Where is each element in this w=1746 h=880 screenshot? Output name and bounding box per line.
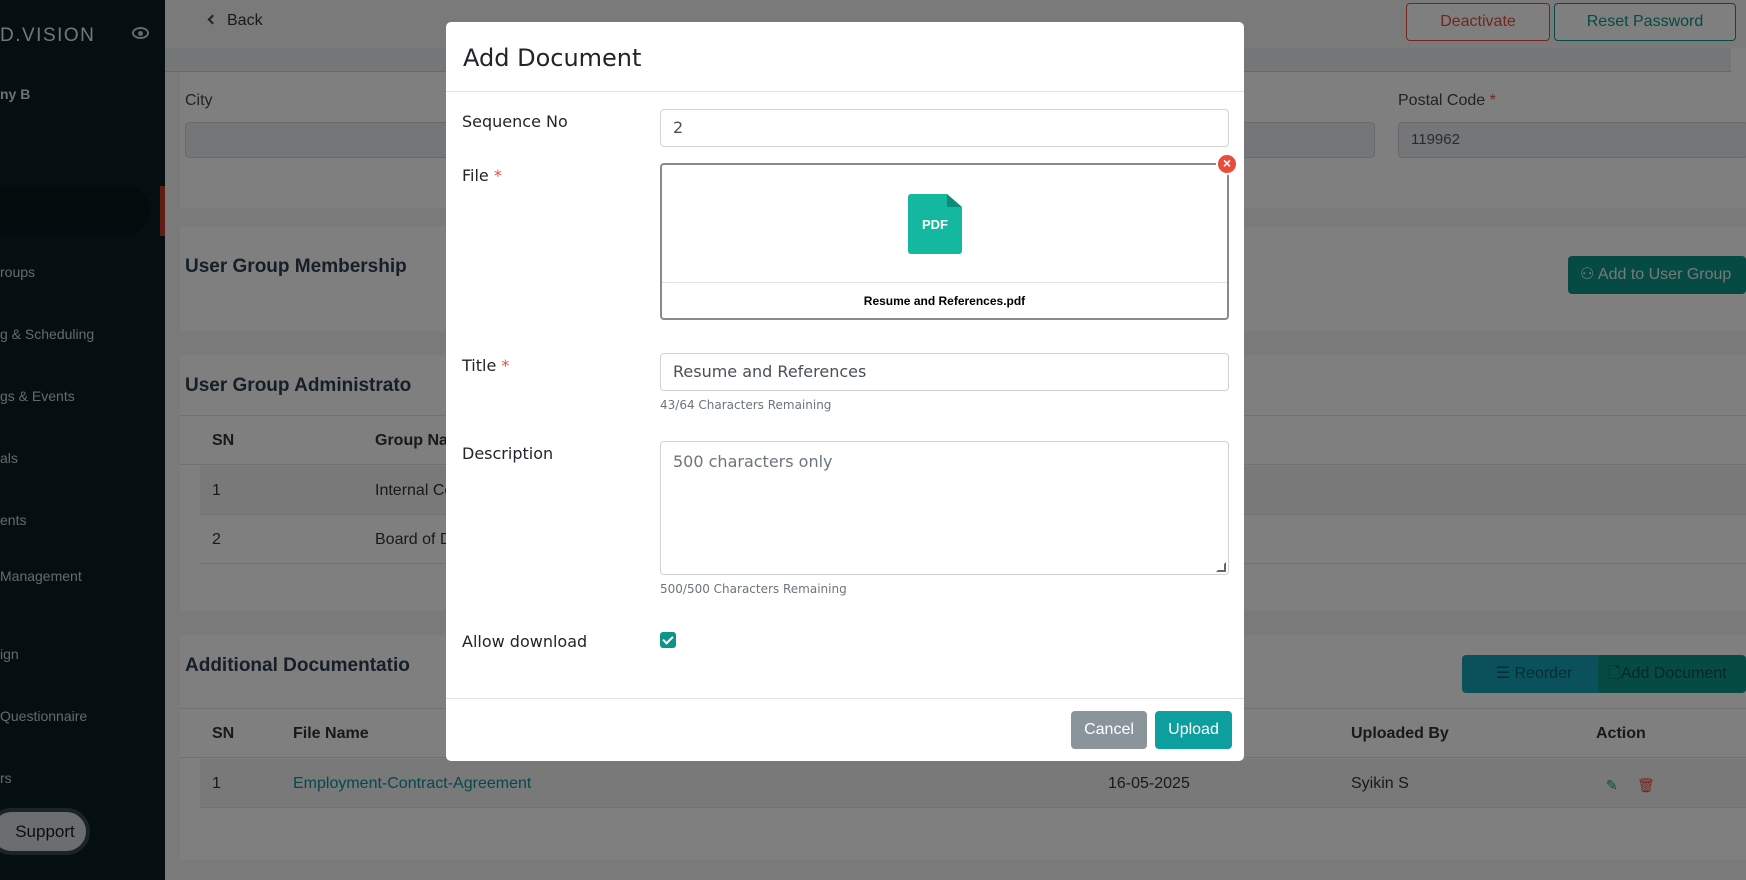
upload-button[interactable]: Upload: [1155, 711, 1232, 749]
file-divider: [662, 282, 1227, 283]
description-label: Description: [462, 444, 554, 463]
modal-footer-divider: [446, 698, 1244, 699]
sequence-label: Sequence No: [462, 112, 568, 131]
title-label: Title *: [462, 356, 510, 375]
sequence-input[interactable]: 2: [660, 109, 1229, 147]
file-dropzone[interactable]: PDF Resume and References.pdf: [660, 163, 1229, 320]
modal-header: Add Document: [446, 22, 1244, 92]
description-textarea[interactable]: 500 characters only: [660, 441, 1229, 575]
remove-file-icon[interactable]: ×: [1216, 153, 1238, 175]
modal-title: Add Document: [463, 44, 642, 72]
title-input[interactable]: Resume and References: [660, 353, 1229, 391]
cancel-button[interactable]: Cancel: [1071, 711, 1147, 749]
allow-download-checkbox[interactable]: [660, 632, 676, 648]
add-document-modal: Add Document Sequence No 2 File * PDF Re…: [446, 22, 1244, 761]
file-name: Resume and References.pdf: [863, 294, 1026, 308]
title-char-count: 43/64 Characters Remaining: [660, 398, 832, 412]
file-label: File *: [462, 166, 502, 185]
allow-download-label: Allow download: [462, 632, 588, 651]
pdf-fold: [947, 194, 962, 207]
description-char-count: 500/500 Characters Remaining: [660, 582, 847, 596]
